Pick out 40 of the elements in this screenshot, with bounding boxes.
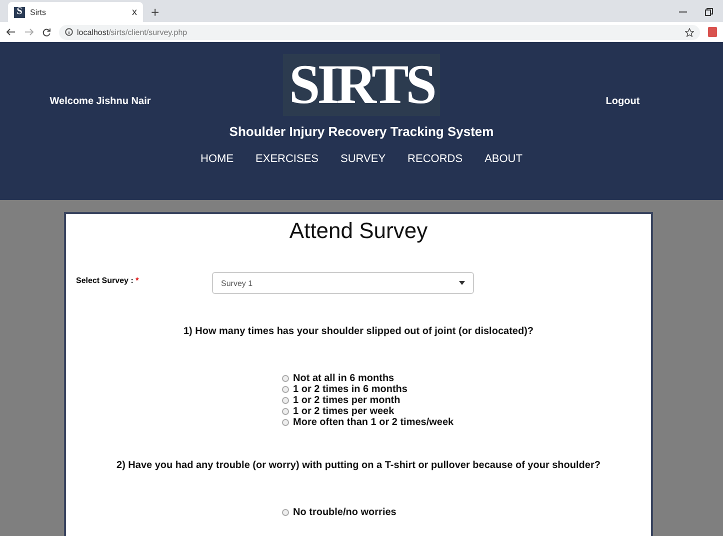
reload-icon[interactable] [42,28,51,36]
back-icon[interactable] [6,28,16,36]
radio-button[interactable] [282,509,289,516]
welcome-text: Welcome Jishnu Nair [50,96,151,109]
nav-link[interactable]: EXERCISES [256,153,318,165]
radio-button[interactable] [282,397,289,404]
nav-link[interactable]: ABOUT [484,153,522,165]
radio-button[interactable] [282,386,289,393]
option-label: No trouble/no worries [293,507,396,518]
site-logo-icon: S [14,6,25,18]
page-title: Attend Survey [288,218,429,244]
address-bar[interactable]: localhost/sirts/client/survey.php [59,24,700,40]
tab-title: Sirts [30,8,47,16]
option-label: Not at all in 6 months [293,373,394,384]
select-label: Select Survey : * [76,275,140,287]
browser-tab[interactable]: S Sirts x [8,2,143,22]
new-tab-button[interactable]: + [151,4,160,20]
dropdown-arrow-icon [459,281,465,285]
option-label: 1 or 2 times per month [293,395,400,406]
option-label: 1 or 2 times in 6 months [293,384,408,395]
radio-button[interactable] [282,419,289,426]
nav-link[interactable]: HOME [200,153,234,165]
star-icon[interactable] [685,28,694,36]
site-subtitle: Shoulder Injury Recovery Tracking System [229,124,494,139]
pdf-extension-icon[interactable] [708,27,717,37]
logout-link[interactable]: Logout [606,96,640,200]
option-label: More often than 1 or 2 times/week [293,417,454,428]
question-text: 2) Have you had any trouble (or worry) with putting on a T-shirt or pullover because of your shoulder? [116,460,602,471]
forward-icon[interactable] [24,28,34,36]
radio-button[interactable] [282,408,289,415]
radio-button[interactable] [282,375,289,382]
close-tab-button[interactable]: x [132,6,137,18]
nav-link[interactable]: SURVEY [340,153,386,165]
info-icon [65,28,73,36]
option-label: 1 or 2 times per week [293,406,394,417]
site-logo: SIRTS [283,54,440,116]
restore-icon[interactable] [705,8,713,16]
survey-dropdown[interactable]: Survey 1 [212,272,474,294]
nav-link[interactable]: RECORDS [408,153,463,165]
question-text: 1) How many times has your shoulder slipped out of joint (or dislocated)? [182,326,535,337]
